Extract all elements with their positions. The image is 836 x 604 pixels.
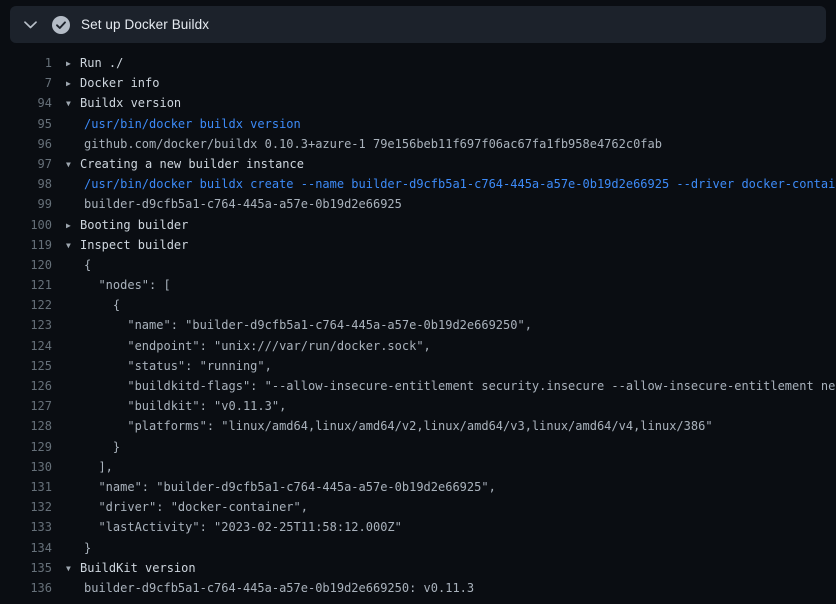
log-line: 98/usr/bin/docker buildx create --name b… [0,174,836,194]
line-number[interactable]: 136 [0,578,52,598]
log-line: 136builder-d9cfb5a1-c764-445a-a57e-0b19d… [0,578,836,598]
log-line: 120{ [0,255,836,275]
log-group-title[interactable]: ▼Creating a new builder instance [52,154,304,174]
line-number[interactable]: 97 [0,154,52,174]
log-area: 1▶Run ./7▶Docker info94▼Buildx version95… [0,43,836,598]
log-line: 130 ], [0,457,836,477]
log-line[interactable]: 100▶Booting builder [0,215,836,235]
line-number[interactable]: 96 [0,134,52,154]
log-text: "nodes": [ [52,275,171,295]
log-line: 129 } [0,437,836,457]
log-text: } [52,538,91,558]
group-collapsed-icon: ▶ [66,54,80,74]
log-group-title[interactable]: ▶Booting builder [52,215,188,235]
log-line[interactable]: 97▼Creating a new builder instance [0,154,836,174]
log-group-title[interactable]: ▶Run ./ [52,53,123,73]
line-number[interactable]: 119 [0,235,52,255]
log-line[interactable]: 135▼BuildKit version [0,558,836,578]
log-text: github.com/docker/buildx 0.10.3+azure-1 … [52,134,662,154]
line-number[interactable]: 128 [0,416,52,436]
group-collapsed-icon: ▶ [66,74,80,94]
line-number[interactable]: 131 [0,477,52,497]
log-line[interactable]: 94▼Buildx version [0,93,836,113]
line-number[interactable]: 95 [0,114,52,134]
log-text: } [52,437,120,457]
log-text: { [52,295,120,315]
log-line[interactable]: 119▼Inspect builder [0,235,836,255]
log-line: 125 "status": "running", [0,356,836,376]
log-text: builder-d9cfb5a1-c764-445a-a57e-0b19d2e6… [52,578,474,598]
log-text: /usr/bin/docker buildx version [52,114,301,134]
line-number[interactable]: 127 [0,396,52,416]
log-text: "endpoint": "unix:///var/run/docker.sock… [52,336,431,356]
log-line: 122 { [0,295,836,315]
log-text: "status": "running", [52,356,272,376]
line-number[interactable]: 125 [0,356,52,376]
line-number[interactable]: 100 [0,215,52,235]
line-number[interactable]: 94 [0,93,52,113]
log-text: "buildkit": "v0.11.3", [52,396,286,416]
log-line: 95/usr/bin/docker buildx version [0,114,836,134]
line-number[interactable]: 120 [0,255,52,275]
log-line: 123 "name": "builder-d9cfb5a1-c764-445a-… [0,315,836,335]
log-line[interactable]: 1▶Run ./ [0,53,836,73]
log-text: "name": "builder-d9cfb5a1-c764-445a-a57e… [52,315,532,335]
line-number[interactable]: 1 [0,53,52,73]
step-header[interactable]: Set up Docker Buildx [10,6,826,43]
line-number[interactable]: 133 [0,517,52,537]
line-number[interactable]: 122 [0,295,52,315]
log-group-title[interactable]: ▼Buildx version [52,93,181,113]
check-circle-icon [52,16,70,34]
log-text: "driver": "docker-container", [52,497,308,517]
log-text: ], [52,457,113,477]
line-number[interactable]: 126 [0,376,52,396]
log-group-title[interactable]: ▼BuildKit version [52,558,196,578]
line-number[interactable]: 124 [0,336,52,356]
group-expanded-icon: ▼ [66,559,80,579]
line-number[interactable]: 123 [0,315,52,335]
line-number[interactable]: 7 [0,73,52,93]
log-text: { [52,255,91,275]
log-line: 133 "lastActivity": "2023-02-25T11:58:12… [0,517,836,537]
log-line: 99builder-d9cfb5a1-c764-445a-a57e-0b19d2… [0,194,836,214]
log-text: builder-d9cfb5a1-c764-445a-a57e-0b19d2e6… [52,194,402,214]
chevron-down-icon[interactable] [19,17,41,33]
line-number[interactable]: 130 [0,457,52,477]
group-collapsed-icon: ▶ [66,216,80,236]
log-line: 124 "endpoint": "unix:///var/run/docker.… [0,336,836,356]
line-number[interactable]: 121 [0,275,52,295]
log-text: "name": "builder-d9cfb5a1-c764-445a-a57e… [52,477,496,497]
log-group-title[interactable]: ▼Inspect builder [52,235,188,255]
group-expanded-icon: ▼ [66,94,80,114]
line-number[interactable]: 134 [0,538,52,558]
line-number[interactable]: 99 [0,194,52,214]
log-text: /usr/bin/docker buildx create --name bui… [52,174,836,194]
line-number[interactable]: 129 [0,437,52,457]
log-line: 134} [0,538,836,558]
log-line: 126 "buildkitd-flags": "--allow-insecure… [0,376,836,396]
log-line: 121 "nodes": [ [0,275,836,295]
log-line: 96github.com/docker/buildx 0.10.3+azure-… [0,134,836,154]
group-expanded-icon: ▼ [66,155,80,175]
line-number[interactable]: 132 [0,497,52,517]
line-number[interactable]: 135 [0,558,52,578]
group-expanded-icon: ▼ [66,236,80,256]
log-text: "buildkitd-flags": "--allow-insecure-ent… [52,376,836,396]
log-line: 131 "name": "builder-d9cfb5a1-c764-445a-… [0,477,836,497]
log-line: 132 "driver": "docker-container", [0,497,836,517]
log-text: "platforms": "linux/amd64,linux/amd64/v2… [52,416,713,436]
log-line: 128 "platforms": "linux/amd64,linux/amd6… [0,416,836,436]
log-line[interactable]: 7▶Docker info [0,73,836,93]
line-number[interactable]: 98 [0,174,52,194]
log-group-title[interactable]: ▶Docker info [52,73,159,93]
log-text: "lastActivity": "2023-02-25T11:58:12.000… [52,517,402,537]
log-line: 127 "buildkit": "v0.11.3", [0,396,836,416]
step-title: Set up Docker Buildx [81,17,209,32]
